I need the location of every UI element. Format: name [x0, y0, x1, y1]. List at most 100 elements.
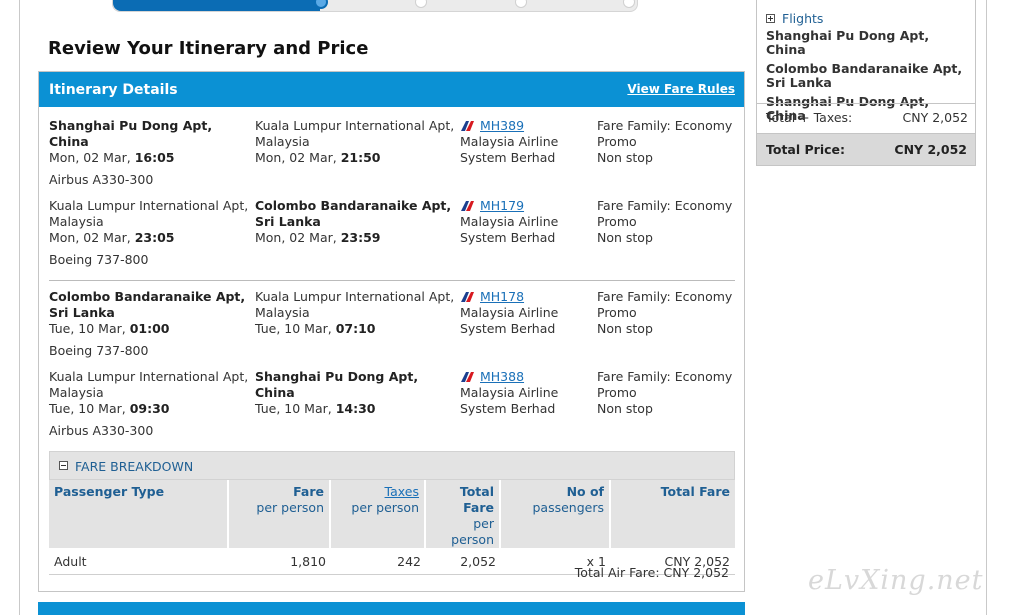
fare-breakdown-table: Passenger Type Fare per person Taxes per p…	[49, 480, 735, 575]
sidebar-divider	[757, 103, 975, 104]
next-panel-header	[38, 602, 745, 615]
stops: Non stop	[597, 230, 653, 245]
col-total-fare-per-person: Total Fare per person	[426, 480, 501, 548]
fare-info: Fare Family: Economy Promo Non stop	[597, 289, 747, 337]
booking-progress-bar	[112, 0, 638, 12]
arrival-info: Shanghai Pu Dong Apt, China Tue, 10 Mar,…	[255, 369, 455, 417]
airline-name: Malaysia Airline System Berhad	[460, 214, 559, 245]
flight-info: MH389 Malaysia Airline System Berhad	[460, 118, 590, 166]
airline-name: Malaysia Airline System Berhad	[460, 385, 559, 416]
fare-family: Fare Family: Economy Promo	[597, 369, 733, 400]
progress-step	[515, 0, 527, 8]
fare-breakdown-header[interactable]: FARE BREAKDOWN	[49, 451, 735, 480]
departure-time: 23:05	[134, 230, 175, 245]
progress-step	[623, 0, 635, 8]
page-title: Review Your Itinerary and Price	[48, 38, 369, 59]
arrival-info: Colombo Bandaranaike Apt, Sri Lanka Mon,…	[255, 198, 455, 246]
passenger-type-cell: Adult	[49, 548, 229, 575]
arrival-airport: Kuala Lumpur International Apt, Malaysia	[255, 118, 455, 149]
route-item: Colombo Bandaranaike Apt, Sri Lanka	[766, 61, 963, 90]
flight-info: MH179 Malaysia Airline System Berhad	[460, 198, 590, 246]
departure-info: Kuala Lumpur International Apt, Malaysia…	[49, 198, 249, 246]
expand-icon[interactable]	[766, 14, 775, 23]
col-number-of-passengers: No of passengers	[501, 480, 611, 548]
watermark-text: eLvXing.net	[808, 565, 984, 596]
malaysia-airlines-logo-icon	[461, 121, 474, 131]
arrival-airport: Kuala Lumpur International Apt, Malaysia	[255, 289, 455, 320]
col-fare: Fare per person	[229, 480, 331, 548]
arrival-airport: Shanghai Pu Dong Apt, China	[255, 369, 419, 400]
flights-toggle[interactable]: Flights	[766, 11, 823, 26]
airline-name: Malaysia Airline System Berhad	[460, 134, 559, 165]
departure-date: Tue, 10 Mar,	[49, 401, 130, 416]
arrival-date: Mon, 02 Mar,	[255, 230, 341, 245]
flight-info: MH388 Malaysia Airline System Berhad	[460, 369, 590, 417]
arrival-time: 07:10	[335, 321, 376, 336]
departure-date: Mon, 02 Mar,	[49, 150, 135, 165]
itinerary-panel: Itinerary Details View Fare Rules Shangh…	[38, 71, 745, 592]
page-frame-right	[986, 0, 987, 615]
fare-info: Fare Family: Economy Promo Non stop	[597, 198, 747, 246]
progress-step	[415, 0, 427, 8]
total-taxes-label: Total + Taxes:	[766, 110, 853, 125]
departure-time: 09:30	[129, 401, 170, 416]
route-item: Shanghai Pu Dong Apt, China	[766, 28, 930, 57]
stops: Non stop	[597, 150, 653, 165]
departure-date: Mon, 02 Mar,	[49, 230, 135, 245]
flight-number-link[interactable]: MH388	[480, 369, 524, 385]
fare-family: Fare Family: Economy Promo	[597, 289, 733, 320]
arrival-time: 23:59	[340, 230, 381, 245]
total-price-value: CNY 2,052	[894, 142, 967, 157]
total-price-row: Total Price: CNY 2,052	[757, 133, 975, 165]
malaysia-airlines-logo-icon	[461, 372, 474, 382]
total-price-label: Total Price:	[766, 142, 845, 157]
fare-family: Fare Family: Economy Promo	[597, 198, 733, 229]
stops: Non stop	[597, 321, 653, 336]
arrival-info: Kuala Lumpur International Apt, Malaysia…	[255, 289, 455, 337]
flight-number-link[interactable]: MH179	[480, 198, 524, 214]
arrival-date: Tue, 10 Mar,	[255, 321, 336, 336]
taxes-cell: 242	[331, 548, 426, 575]
departure-airport: Shanghai Pu Dong Apt, China	[49, 118, 213, 149]
aircraft-type: Boeing 737-800	[49, 343, 149, 358]
view-fare-rules-link[interactable]: View Fare Rules	[627, 82, 735, 96]
col-taxes: Taxes per person	[331, 480, 426, 548]
flight-number-link[interactable]: MH178	[480, 289, 524, 305]
total-per-person-cell: 2,052	[426, 548, 501, 575]
flights-label: Flights	[782, 11, 824, 26]
malaysia-airlines-logo-icon	[461, 292, 474, 302]
arrival-time: 21:50	[340, 150, 381, 165]
departure-time: 01:00	[129, 321, 170, 336]
departure-info: Shanghai Pu Dong Apt, China Mon, 02 Mar,…	[49, 118, 249, 166]
taxes-link[interactable]: Taxes	[385, 484, 419, 499]
malaysia-airlines-logo-icon	[461, 201, 474, 211]
col-total-fare: Total Fare	[611, 480, 735, 548]
departure-time: 16:05	[134, 150, 175, 165]
arrival-date: Tue, 10 Mar,	[255, 401, 336, 416]
departure-info: Colombo Bandaranaike Apt, Sri Lanka Tue,…	[49, 289, 249, 337]
total-taxes-value: CNY 2,052	[902, 110, 968, 125]
collapse-icon[interactable]	[59, 461, 68, 470]
departure-date: Tue, 10 Mar,	[49, 321, 130, 336]
stops: Non stop	[597, 401, 653, 416]
table-header-row: Passenger Type Fare per person Taxes per p…	[49, 480, 735, 548]
bound-divider	[49, 280, 735, 281]
itinerary-header-title: Itinerary Details	[49, 82, 178, 98]
arrival-date: Mon, 02 Mar,	[255, 150, 341, 165]
fare-cell: 1,810	[229, 548, 331, 575]
fare-info: Fare Family: Economy Promo Non stop	[597, 369, 747, 417]
flight-number-link[interactable]: MH389	[480, 118, 524, 134]
itinerary-header: Itinerary Details View Fare Rules	[39, 72, 744, 107]
aircraft-type: Airbus A330-300	[49, 423, 154, 438]
departure-airport: Kuala Lumpur International Apt, Malaysia	[49, 369, 249, 400]
departure-info: Kuala Lumpur International Apt, Malaysia…	[49, 369, 249, 417]
arrival-airport: Colombo Bandaranaike Apt, Sri Lanka	[255, 198, 452, 229]
price-summary-sidebar: Flights Shanghai Pu Dong Apt, China Colo…	[756, 0, 976, 166]
total-taxes-row: Total + Taxes: CNY 2,052	[766, 110, 968, 125]
progress-fill	[113, 0, 320, 11]
fare-breakdown-title: FARE BREAKDOWN	[75, 459, 194, 474]
arrival-info: Kuala Lumpur International Apt, Malaysia…	[255, 118, 455, 166]
fare-info: Fare Family: Economy Promo Non stop	[597, 118, 747, 166]
fare-breakdown: FARE BREAKDOWN Passenger Type Fare per pe…	[49, 451, 735, 575]
arrival-time: 14:30	[335, 401, 376, 416]
